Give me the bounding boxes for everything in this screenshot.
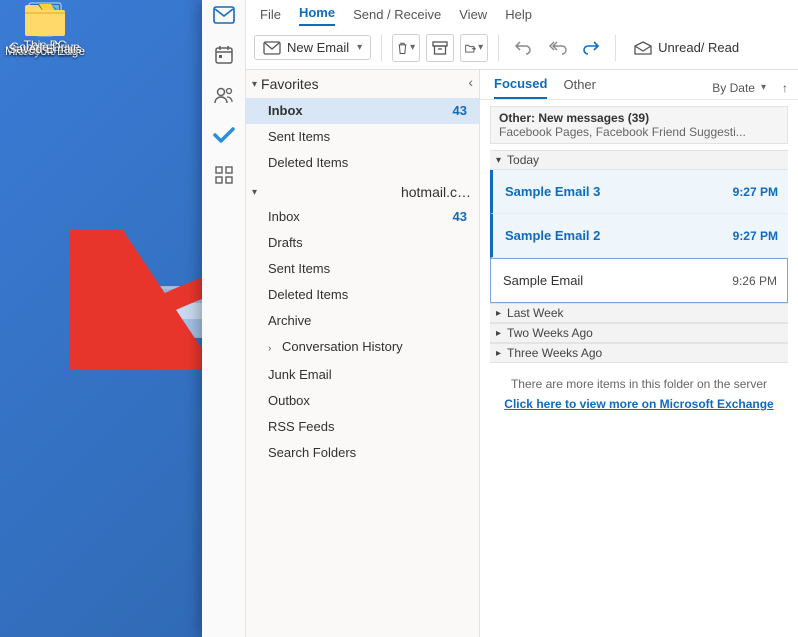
chevron-down-icon: ▾ bbox=[761, 82, 766, 93]
folder-rss[interactable]: RSS Feeds bbox=[246, 414, 479, 440]
folder-label: Inbox bbox=[268, 208, 300, 226]
move-button[interactable]: ▾ bbox=[460, 34, 488, 62]
delete-button[interactable]: ▾ bbox=[392, 34, 420, 62]
folder-label: Junk Email bbox=[268, 366, 332, 384]
mail-icon[interactable] bbox=[213, 4, 235, 26]
folder-deleted-items[interactable]: Deleted Items bbox=[246, 150, 479, 176]
menu-file[interactable]: File bbox=[260, 7, 281, 26]
group-label: Last Week bbox=[507, 306, 563, 320]
desktop-icon-saved-emails[interactable]: Saved Emails bbox=[0, 0, 90, 56]
folder-label: RSS Feeds bbox=[268, 418, 334, 436]
mail-item[interactable]: Sample Email 9:26 PM bbox=[490, 258, 788, 303]
folder-icon bbox=[22, 0, 68, 38]
mail-time: 9:27 PM bbox=[733, 185, 778, 199]
folder-count: 43 bbox=[453, 102, 467, 120]
mail-item[interactable]: Sample Email 3 9:27 PM bbox=[490, 170, 788, 214]
folder-label: Outbox bbox=[268, 392, 310, 410]
folder-junk[interactable]: Junk Email bbox=[246, 362, 479, 388]
favorites-header[interactable]: ▾Favorites bbox=[246, 70, 479, 98]
people-icon[interactable] bbox=[213, 84, 235, 106]
folder-label: Archive bbox=[268, 312, 311, 330]
folder-label: Conversation History bbox=[282, 339, 403, 354]
group-label: Three Weeks Ago bbox=[507, 346, 602, 360]
mail-item[interactable]: Sample Email 2 9:27 PM bbox=[490, 214, 788, 258]
menu-help[interactable]: Help bbox=[505, 7, 532, 26]
other-subtitle: Facebook Pages, Facebook Friend Suggesti… bbox=[499, 125, 779, 139]
other-title: Other: New messages (39) bbox=[499, 111, 779, 125]
calendar-icon[interactable] bbox=[213, 44, 235, 66]
chevron-down-icon: ▾ bbox=[357, 42, 362, 53]
account-label: hotmail.c… bbox=[257, 184, 471, 200]
group-three-weeks[interactable]: ▸Three Weeks Ago bbox=[490, 343, 788, 363]
folder-archive[interactable]: Archive bbox=[246, 308, 479, 334]
mail-subject: Sample Email 3 bbox=[505, 184, 600, 199]
menu-send-receive[interactable]: Send / Receive bbox=[353, 7, 441, 26]
folder-drafts[interactable]: Drafts bbox=[246, 230, 479, 256]
outlook-window: File Home Send / Receive View Help New E… bbox=[202, 0, 798, 637]
reply-all-button[interactable] bbox=[543, 34, 571, 62]
menu-view[interactable]: View bbox=[459, 7, 487, 26]
favorites-label: Favorites bbox=[261, 76, 319, 92]
tab-other[interactable]: Other bbox=[563, 77, 596, 98]
folder-label: Inbox bbox=[268, 102, 303, 120]
folder-sent-items[interactable]: Sent Items bbox=[246, 124, 479, 150]
folder-conversation-history[interactable]: ›Conversation History bbox=[246, 334, 479, 362]
desktop: This PC Recycle Bin Microsoft Edge Googl… bbox=[0, 0, 202, 637]
tab-focused[interactable]: Focused bbox=[494, 76, 547, 99]
new-email-label: New Email bbox=[287, 40, 349, 55]
group-label: Today bbox=[507, 153, 539, 167]
menu-home[interactable]: Home bbox=[299, 5, 335, 26]
mail-subject: Sample Email bbox=[503, 273, 583, 288]
forward-button[interactable] bbox=[577, 34, 605, 62]
unread-read-label: Unread/ Read bbox=[658, 40, 739, 55]
todo-icon[interactable] bbox=[213, 124, 235, 146]
toolbar: New Email ▾ ▾ ▾ Unread/ Read bbox=[246, 26, 798, 70]
more-apps-icon[interactable] bbox=[213, 164, 235, 186]
other-new-messages-banner[interactable]: Other: New messages (39) Facebook Pages,… bbox=[490, 106, 788, 144]
sort-label: By Date bbox=[712, 81, 755, 95]
account-header[interactable]: ▾ hotmail.c… bbox=[246, 176, 479, 204]
message-tabs: Focused Other By Date ▾ ↑ bbox=[480, 70, 798, 100]
sort-by-date[interactable]: By Date ▾ bbox=[712, 81, 766, 95]
envelope-open-icon bbox=[634, 41, 652, 55]
more-items-text: There are more items in this folder on t… bbox=[480, 377, 798, 391]
folder-label: Drafts bbox=[268, 234, 303, 252]
desktop-icon-label: Saved Emails bbox=[8, 42, 81, 56]
sort-ascending-icon[interactable]: ↑ bbox=[782, 81, 788, 95]
folder-inbox-acct[interactable]: Inbox 43 bbox=[246, 204, 479, 230]
menubar: File Home Send / Receive View Help bbox=[246, 0, 798, 26]
group-label: Two Weeks Ago bbox=[507, 326, 593, 340]
folder-inbox[interactable]: Inbox 43 bbox=[246, 98, 479, 124]
folder-label: Sent Items bbox=[268, 260, 330, 278]
envelope-plus-icon bbox=[263, 41, 281, 55]
group-two-weeks[interactable]: ▸Two Weeks Ago bbox=[490, 323, 788, 343]
folder-label: Search Folders bbox=[268, 444, 356, 462]
mail-subject: Sample Email 2 bbox=[505, 228, 600, 243]
group-last-week[interactable]: ▸Last Week bbox=[490, 303, 788, 323]
folder-label: Deleted Items bbox=[268, 286, 348, 304]
collapse-pane-icon[interactable]: ‹ bbox=[468, 74, 473, 90]
outlook-main: File Home Send / Receive View Help New E… bbox=[246, 0, 798, 637]
archive-button[interactable] bbox=[426, 34, 454, 62]
folder-deleted-acct[interactable]: Deleted Items bbox=[246, 282, 479, 308]
view-more-link[interactable]: Click here to view more on Microsoft Exc… bbox=[480, 397, 798, 411]
folder-outbox[interactable]: Outbox bbox=[246, 388, 479, 414]
undo-button[interactable] bbox=[509, 34, 537, 62]
folder-label: Sent Items bbox=[268, 128, 330, 146]
group-today[interactable]: ▾Today bbox=[490, 150, 788, 170]
mail-time: 9:26 PM bbox=[732, 274, 777, 288]
folder-pane: ‹ ▾Favorites Inbox 43 Sent Items Deleted … bbox=[246, 70, 480, 637]
mail-time: 9:27 PM bbox=[733, 229, 778, 243]
new-email-button[interactable]: New Email ▾ bbox=[254, 35, 371, 60]
unread-read-button[interactable]: Unread/ Read bbox=[626, 36, 747, 59]
message-pane: Focused Other By Date ▾ ↑ Other: New mes… bbox=[480, 70, 798, 637]
folder-label: Deleted Items bbox=[268, 154, 348, 172]
folder-search-folders[interactable]: Search Folders bbox=[246, 440, 479, 466]
app-rail bbox=[202, 0, 246, 637]
view-more-label: Click here to view more on Microsoft Exc… bbox=[504, 397, 773, 411]
folder-count: 43 bbox=[453, 208, 467, 226]
folder-sent-acct[interactable]: Sent Items bbox=[246, 256, 479, 282]
